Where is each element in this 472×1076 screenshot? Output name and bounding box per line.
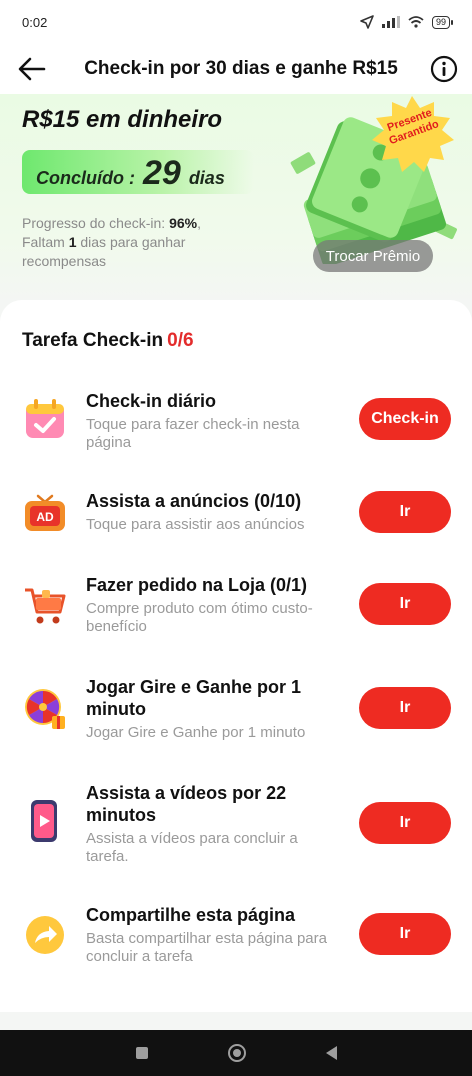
recents-icon[interactable] (135, 1047, 148, 1059)
go-button-share[interactable]: Ir (359, 913, 451, 955)
task-description: Compre produto com ótimo custo-benefício (86, 600, 313, 635)
task-title: Assista a vídeos por 22 minutos (86, 783, 287, 825)
system-back-icon[interactable] (325, 1046, 337, 1060)
video-phone-icon (31, 800, 57, 842)
task-title: Jogar Gire e Ganhe por 1 minuto (86, 677, 302, 719)
svg-text:AD: AD (36, 510, 54, 524)
app-header: Check-in por 30 dias e ganhe R$15 (0, 44, 472, 94)
status-time: 0:02 (22, 14, 48, 30)
signal-icon (381, 16, 400, 28)
location-arrow-icon (360, 15, 374, 29)
task-description: Basta compartilhar esta página para conc… (86, 930, 327, 965)
remaining-prefix: Faltam (22, 234, 69, 250)
completed-days-pill: Concluído : 29 dias (22, 150, 254, 194)
share-arrow-icon (26, 916, 64, 954)
battery-icon: 99 (431, 15, 454, 29)
go-button-ads[interactable]: Ir (359, 491, 451, 533)
task-title: Compartilhe esta página (86, 905, 296, 925)
page-title: Check-in por 30 dias e ganhe R$15 (84, 58, 398, 79)
back-arrow-icon[interactable] (16, 54, 48, 84)
task-section-title: Tarefa Check-in 0/6 (22, 330, 194, 352)
reward-hero: R$15 em dinheiro Concluído : 29 dias Pro… (0, 94, 472, 304)
task-description: Jogar Gire e Ganhe por 1 minuto (86, 724, 306, 741)
task-count: 0/6 (167, 330, 194, 351)
task-description: Toque para fazer check-in nesta página (86, 416, 300, 451)
prize-wheel-icon (25, 689, 65, 729)
swap-prize-button[interactable]: Trocar Prêmio (313, 240, 433, 272)
completed-unit: dias (188, 168, 225, 188)
go-button-store[interactable]: Ir (359, 583, 451, 625)
status-icons: 99 (360, 15, 454, 29)
progress-sep: , (197, 215, 201, 231)
progress-prefix: Progresso do check-in: (22, 215, 170, 231)
shopping-cart-icon (25, 588, 66, 624)
status-bar: 0:02 99 (0, 0, 472, 44)
task-description: Toque para assistir aos anúncios (86, 516, 305, 533)
checkin-button[interactable]: Check-in (359, 398, 451, 440)
completed-days: 29 (142, 154, 181, 192)
calendar-check-icon (26, 399, 64, 438)
go-button-spin[interactable]: Ir (359, 687, 451, 729)
task-description: Assista a vídeos para concluir a tarefa. (86, 830, 298, 865)
progress-value: 96% (169, 215, 198, 231)
home-icon[interactable] (227, 1044, 246, 1062)
task-card: Tarefa Check-in 0/6 Check-in diário Toque… (0, 300, 472, 1012)
go-button-videos[interactable]: Ir (359, 802, 451, 844)
task-section-label: Tarefa Check-in (22, 330, 164, 351)
completed-label: Concluído : (36, 168, 135, 188)
reward-title: R$15 em dinheiro (22, 106, 223, 133)
task-title: Assista a anúncios (0/10) (86, 491, 302, 511)
system-nav-bar (0, 1030, 472, 1076)
progress-text: Progresso do check-in: 96%, Faltam 1 dia… (22, 214, 272, 271)
task-title: Check-in diário (86, 391, 217, 411)
ad-tv-icon: AD (25, 494, 65, 531)
info-icon[interactable] (430, 55, 458, 83)
wifi-icon (408, 16, 424, 28)
task-title: Fazer pedido na Loja (0/1) (86, 575, 308, 595)
